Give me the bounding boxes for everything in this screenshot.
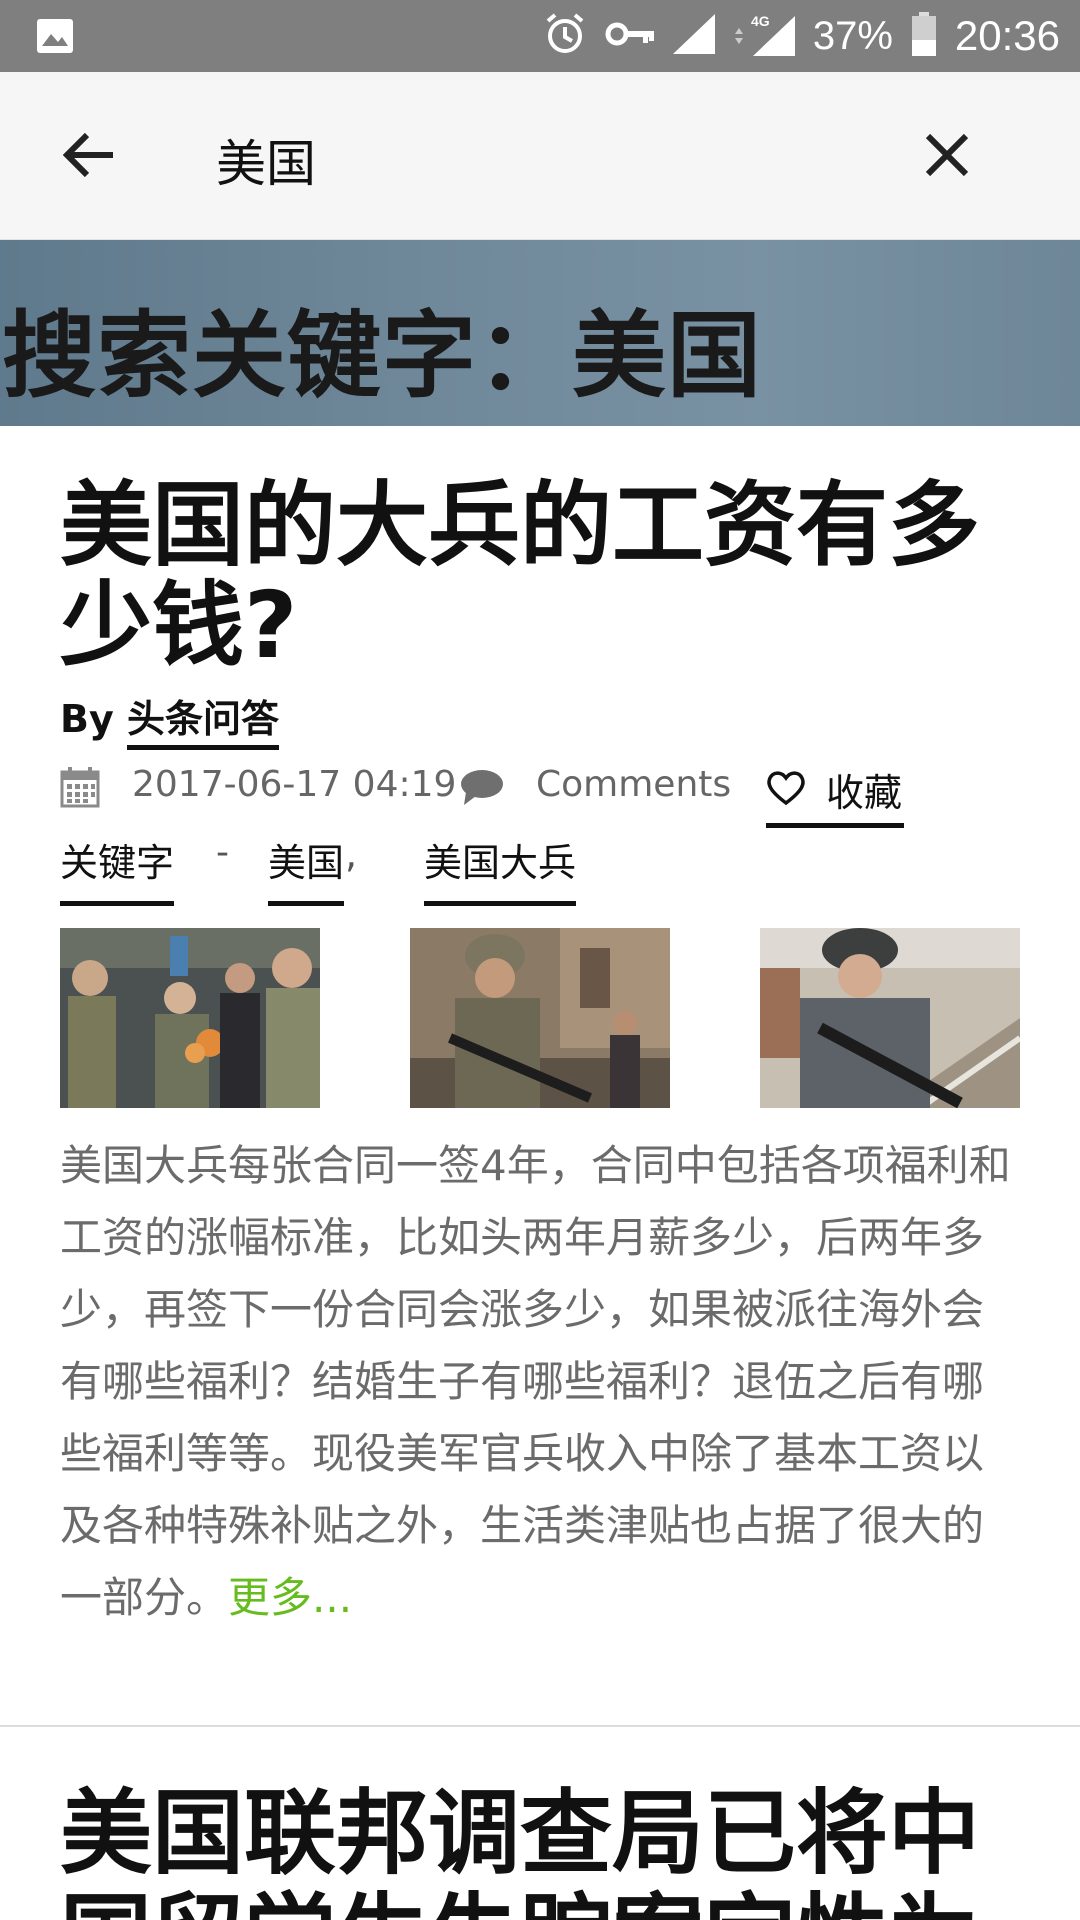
search-input[interactable]: 美国 [216,124,316,196]
search-keyword-banner: 搜索关键字：美国 [0,240,1080,426]
favorite-label: 收藏 [826,771,903,815]
article-image[interactable] [410,928,670,1108]
meta-row: 2017-06-17 04:19 Comments 收藏 [60,756,1060,828]
close-icon [924,132,970,182]
clock: 20:36 [954,12,1060,59]
read-more-link[interactable]: 更多... [228,1573,352,1622]
article-image[interactable] [760,928,1020,1108]
article-image[interactable] [60,928,320,1108]
heart-icon [766,770,806,810]
alarm-icon [543,12,587,61]
calendar-icon [60,766,100,812]
tags-row: 关键字 - 美国 , 美国大兵 [60,832,1060,906]
favorite-button[interactable]: 收藏 [766,756,905,828]
comment-icon [460,768,504,810]
comments-link[interactable]: Comments [536,764,731,805]
excerpt-text: 美国大兵每张合同一签4年，合同中包括各项福利和工资的涨幅标准，比如头两年月薪多少… [60,1141,1011,1622]
back-button[interactable] [54,122,124,192]
byline: By 头条问答 [60,688,279,750]
battery-percent: 37% [812,13,893,58]
signal-4g-icon: 4G [733,12,795,61]
page-title: 搜索关键字：美国 [2,302,763,411]
tag-link[interactable]: 美国大兵 [424,832,577,906]
status-bar: 4G 37% 20:36 [0,0,1080,72]
signal-icon [672,13,715,59]
battery-icon [911,11,937,61]
article-images [60,928,1020,1108]
clear-search-button[interactable] [912,122,982,192]
next-article-title[interactable]: 美国联邦调查局已将中国留学生失踪案定性为 [60,1782,1020,1920]
tags-separator: - [216,832,229,873]
author-link[interactable]: 头条问答 [126,697,279,750]
search-header: 美国 [0,72,1080,240]
post-date: 2017-06-17 04:19 [132,764,457,805]
article-excerpt: 美国大兵每张合同一签4年，合同中包括各项福利和工资的涨幅标准，比如头两年月薪多少… [60,1130,1020,1634]
vpn-key-icon [605,19,655,54]
tag-comma: , [345,832,358,876]
article-divider [0,1725,1080,1727]
by-label: By [60,697,114,741]
gallery-notification-icon [36,18,74,59]
article-title[interactable]: 美国的大兵的工资有多少钱? [60,476,1020,676]
svg-text:4G: 4G [751,13,770,29]
tags-label[interactable]: 关键字 [60,832,175,906]
tag-link[interactable]: 美国 [268,832,345,906]
arrow-left-icon [62,132,115,182]
